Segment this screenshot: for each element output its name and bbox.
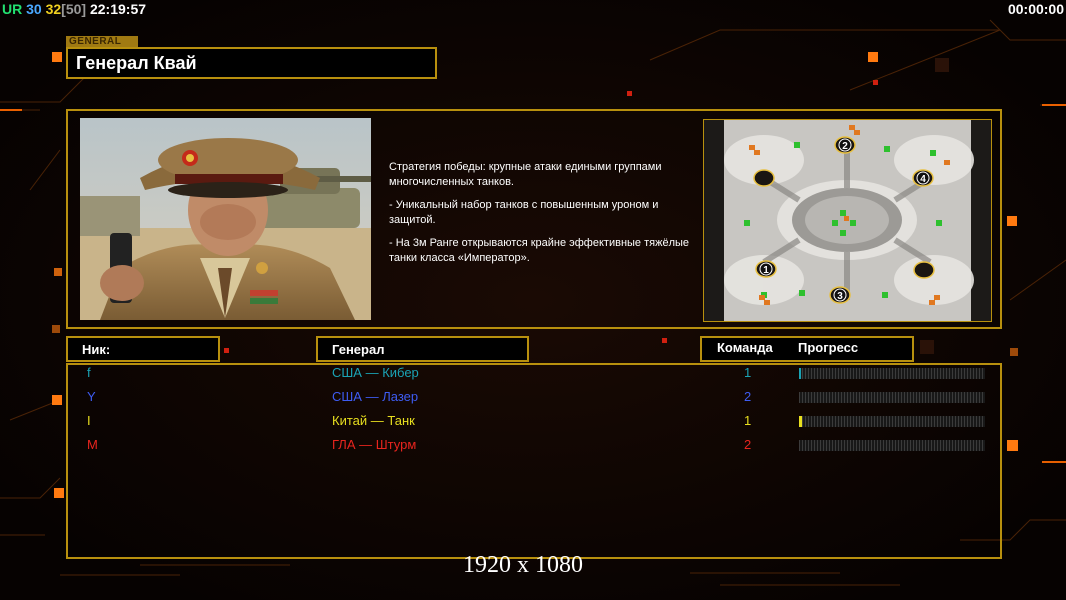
player-row: I Китай — Танк 1 <box>0 411 1066 433</box>
hud-value-1: 30 <box>26 1 42 17</box>
hud-value-3: [50] <box>61 1 87 17</box>
column-header-nick-label: Ник: <box>82 342 111 357</box>
player-general: США — Лазер <box>332 389 419 404</box>
description-line: - Уникальный набор танков с повышенным у… <box>389 199 659 226</box>
player-progress-bar <box>799 440 985 451</box>
player-row: Y США — Лазер 2 <box>0 387 1066 409</box>
general-name: Генерал Квай <box>76 53 197 73</box>
resolution-overlay: 1920 x 1080 <box>463 552 583 578</box>
column-header-progress: Прогресс <box>798 340 859 355</box>
map-start-label: 3 <box>837 291 843 302</box>
player-general: ГЛА — Штурм <box>332 437 417 452</box>
player-nick: I <box>87 413 91 428</box>
player-progress-bar <box>799 368 985 379</box>
player-progress-bar <box>799 392 985 403</box>
player-nick: f <box>87 365 91 380</box>
player-nick: M <box>87 437 98 452</box>
player-row: M ГЛА — Штурм 2 <box>0 435 1066 457</box>
player-nick: Y <box>87 389 96 404</box>
map-start-label: 4 <box>920 174 926 185</box>
player-general: Китай — Танк <box>332 413 415 428</box>
player-team: 1 <box>744 365 752 380</box>
column-header-general: Генерал <box>316 336 529 362</box>
player-team: 2 <box>744 437 752 452</box>
description-line: Стратегия победы: крупные атаки едиными … <box>389 161 662 188</box>
player-row: f США — Кибер 1 <box>0 363 1066 385</box>
player-team: 2 <box>744 389 752 404</box>
map-preview[interactable]: 2 4 1 3 <box>703 119 992 322</box>
general-portrait <box>80 118 371 320</box>
hud-clock: 22:19:57 <box>89 1 147 17</box>
map-start-label: 1 <box>763 265 769 276</box>
general-description: Стратегия победы: крупные атаки едиными … <box>389 160 699 274</box>
column-header-nick: Ник: <box>66 336 220 362</box>
description-line: - На 3м Ранге открываются крайне эффекти… <box>389 237 690 264</box>
hud-timer: 00:00:00 <box>1007 1 1064 17</box>
hud-label: UR <box>2 1 23 17</box>
hud-value-2: 32 <box>45 1 62 17</box>
player-team: 1 <box>744 413 752 428</box>
column-header-team: Команда <box>717 340 773 355</box>
column-header-general-label: Генерал <box>332 342 385 357</box>
hud-stats: UR 30 32[50] 22:19:57 <box>2 1 146 17</box>
player-general: США — Кибер <box>332 365 419 380</box>
general-title-box: Генерал Квай <box>66 47 437 79</box>
player-progress-bar <box>799 416 985 427</box>
map-start-label: 2 <box>842 141 848 152</box>
